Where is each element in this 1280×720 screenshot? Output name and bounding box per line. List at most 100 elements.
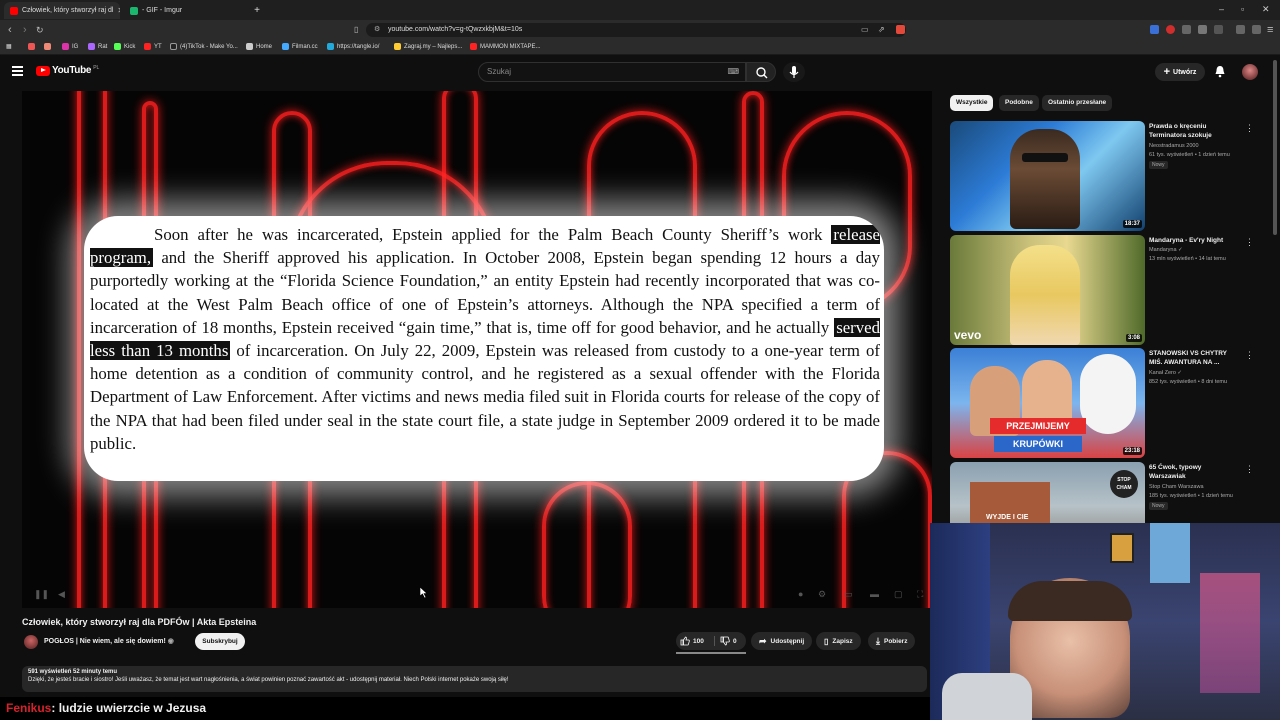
recommended-video[interactable]: 18:37 Prawda o kręceniu Terminatora szok… — [950, 121, 1260, 233]
download-button[interactable]: ⤓ Pobierz — [868, 632, 916, 650]
extension-icon[interactable] — [1198, 25, 1207, 34]
forward-icon[interactable]: › — [23, 23, 27, 37]
site-info-icon[interactable]: ⚙ — [374, 23, 380, 37]
thumbnail-sunglasses — [1022, 153, 1068, 162]
bookmark-item[interactable]: Kick — [114, 43, 135, 50]
share-arrow-icon: ➦ — [759, 635, 767, 646]
reload-icon[interactable]: ↻ — [36, 23, 44, 37]
extension-record-icon[interactable] — [1166, 25, 1175, 34]
menu-icon[interactable]: ≡ — [1267, 23, 1273, 37]
search-button[interactable] — [746, 62, 776, 82]
media-icon[interactable] — [1236, 25, 1245, 34]
bookmark-icon[interactable]: ▯ — [354, 23, 358, 37]
hamburger-menu-icon[interactable] — [12, 66, 23, 76]
recommended-video[interactable]: vevo 3:08 Mandaryna - Ev'ry Night Mandar… — [950, 235, 1260, 347]
extension-icon[interactable] — [1182, 25, 1191, 34]
video-thumbnail[interactable]: 18:37 — [950, 121, 1145, 231]
close-window-icon[interactable]: ✕ — [1262, 4, 1270, 15]
bookmark-item[interactable]: https://tangle.io/ — [327, 43, 379, 50]
video-description[interactable]: 591 wyświetleń 52 minuty temu Dzięki, że… — [22, 666, 927, 692]
url-text: youtube.com/watch?v=g-tQwzxkbjM&t=10s — [388, 26, 523, 33]
video-thumbnail[interactable]: vevo 3:08 — [950, 235, 1145, 345]
dislike-button[interactable]: 0 — [720, 632, 737, 650]
settings-icon[interactable]: ⚙ — [818, 589, 826, 600]
more-options-icon[interactable]: ⋮ — [1245, 237, 1254, 248]
save-button[interactable]: ▯ Zapisz — [816, 632, 861, 650]
download-icon: ⤓ — [876, 635, 880, 646]
bookmark-item[interactable] — [44, 43, 51, 50]
bookmark-item[interactable]: Home — [246, 43, 272, 50]
webcam-poster — [1110, 533, 1134, 563]
pause-icon[interactable]: ❚❚ — [34, 589, 49, 600]
tiktok-icon — [170, 43, 177, 50]
chat-message: : ludzie uwierzcie w Jezusa — [51, 701, 207, 715]
bookmark-item[interactable]: Filman.cc — [282, 43, 318, 50]
chip-all[interactable]: Wszystkie — [950, 95, 994, 111]
maximize-icon[interactable]: ▫ — [1241, 4, 1244, 14]
thumbnail-caption: WYJDE I CIE — [986, 514, 1029, 521]
minimize-icon[interactable]: – — [1219, 4, 1224, 14]
more-options-icon[interactable]: ⋮ — [1245, 464, 1254, 475]
video-thumbnail[interactable]: PRZEJMIJEMY KRUPÓWKI 23:18 — [950, 348, 1145, 458]
notifications-bell-icon[interactable] — [1214, 65, 1226, 83]
extension-icon[interactable] — [1150, 25, 1159, 34]
address-bar[interactable]: ⚙ youtube.com/watch?v=g-tQwzxkbjM&t=10s — [366, 23, 906, 37]
recommended-video[interactable]: STOP CHAM WYJDE I CIE 65 Ćwok, typowy Wa… — [950, 462, 1260, 524]
extensions-puzzle-icon[interactable] — [1214, 25, 1223, 34]
chip-related[interactable]: Podobne — [999, 95, 1039, 111]
microphone-icon — [789, 66, 799, 78]
bookmark-item[interactable]: Rat — [88, 43, 107, 50]
channel-avatar[interactable] — [24, 635, 38, 649]
miniplayer-icon[interactable]: ▭ — [844, 589, 853, 600]
back-icon[interactable]: ‹ — [8, 23, 12, 37]
document-excerpt: Soon after he was incarcerated, Epstein … — [84, 216, 884, 481]
bookmark-item[interactable]: MAMMON MIXTAPE... — [470, 43, 541, 50]
new-badge: Nowy — [1149, 161, 1168, 169]
account-avatar[interactable] — [1242, 64, 1258, 80]
bookmark-favicon-icon — [44, 43, 51, 50]
subscribe-button[interactable]: Subskrybuj — [195, 633, 245, 650]
bookmark-item[interactable]: Zagraj.my – Najleps... — [394, 43, 462, 50]
save-playlist-icon: ▯ — [824, 636, 829, 646]
chip-recently-uploaded[interactable]: Ostatnio przesłane — [1042, 95, 1113, 111]
bookmark-item[interactable]: YT — [144, 43, 162, 50]
cast-icon[interactable]: ▢ — [894, 589, 903, 600]
tab-imgur[interactable]: - GIF - Imgur — [124, 2, 244, 19]
sidebar-scrollbar[interactable] — [1273, 60, 1277, 235]
keyboard-icon[interactable]: ⌨ — [727, 63, 739, 81]
profile-icon[interactable] — [1252, 25, 1261, 34]
recommended-meta: 13 mln wyświetleń • 14 lat temu — [1149, 256, 1226, 262]
theater-icon[interactable]: ▬ — [870, 589, 879, 599]
webcam-pillow — [942, 673, 1032, 720]
apps-grid-icon[interactable]: ▦ — [6, 43, 12, 50]
bookmark-item[interactable]: IG — [62, 43, 78, 50]
thumbnail-mascot — [1080, 354, 1136, 434]
bookmark-item[interactable] — [28, 43, 35, 50]
more-options-icon[interactable]: ⋮ — [1245, 123, 1254, 134]
youtube-logo[interactable]: YouTube PL — [36, 65, 99, 76]
fullscreen-icon[interactable]: ⛶ — [917, 589, 923, 600]
share-page-icon[interactable]: ⇗ — [878, 23, 885, 37]
install-icon[interactable]: ▭ — [861, 23, 869, 37]
recommended-title: STANOWSKI VS CHYTRY MIŚ. AWANTURA NA ... — [1149, 350, 1227, 366]
new-tab-button[interactable]: + — [250, 2, 264, 19]
create-button[interactable]: + Utwórz — [1155, 63, 1205, 81]
bookmark-item[interactable]: (4)TikTok - Make Yo... — [170, 43, 238, 50]
recommended-video[interactable]: PRZEJMIJEMY KRUPÓWKI 23:18 STANOWSKI VS … — [950, 348, 1260, 460]
video-thumbnail[interactable]: STOP CHAM WYJDE I CIE — [950, 462, 1145, 524]
close-tab-icon[interactable]: ✕ — [117, 6, 120, 15]
video-player[interactable]: Soon after he was incarcerated, Epstein … — [22, 91, 932, 608]
channel-name[interactable]: POGŁOS | Nie wiem, ale się dowiem! ◉ — [44, 637, 174, 645]
like-button[interactable]: 100 — [680, 632, 704, 650]
bookmark-favicon-icon — [327, 43, 334, 50]
voice-search-button[interactable] — [783, 62, 805, 82]
share-button[interactable]: ➦ Udostępnij — [751, 632, 813, 650]
brave-shield-icon[interactable] — [896, 25, 905, 34]
volume-icon[interactable]: ◀ — [58, 589, 65, 600]
recommended-channel: Kanał Zero ✓ — [1149, 370, 1183, 376]
more-options-icon[interactable]: ⋮ — [1245, 350, 1254, 361]
tab-youtube-video[interactable]: Człowiek, który stworzył raj dl ✕ — [4, 2, 120, 19]
video-title: Człowiek, który stworzył raj dla PDFÓw |… — [22, 617, 257, 627]
search-input[interactable]: Szukaj ⌨ — [478, 62, 746, 82]
autoplay-icon[interactable]: ● — [798, 589, 803, 599]
